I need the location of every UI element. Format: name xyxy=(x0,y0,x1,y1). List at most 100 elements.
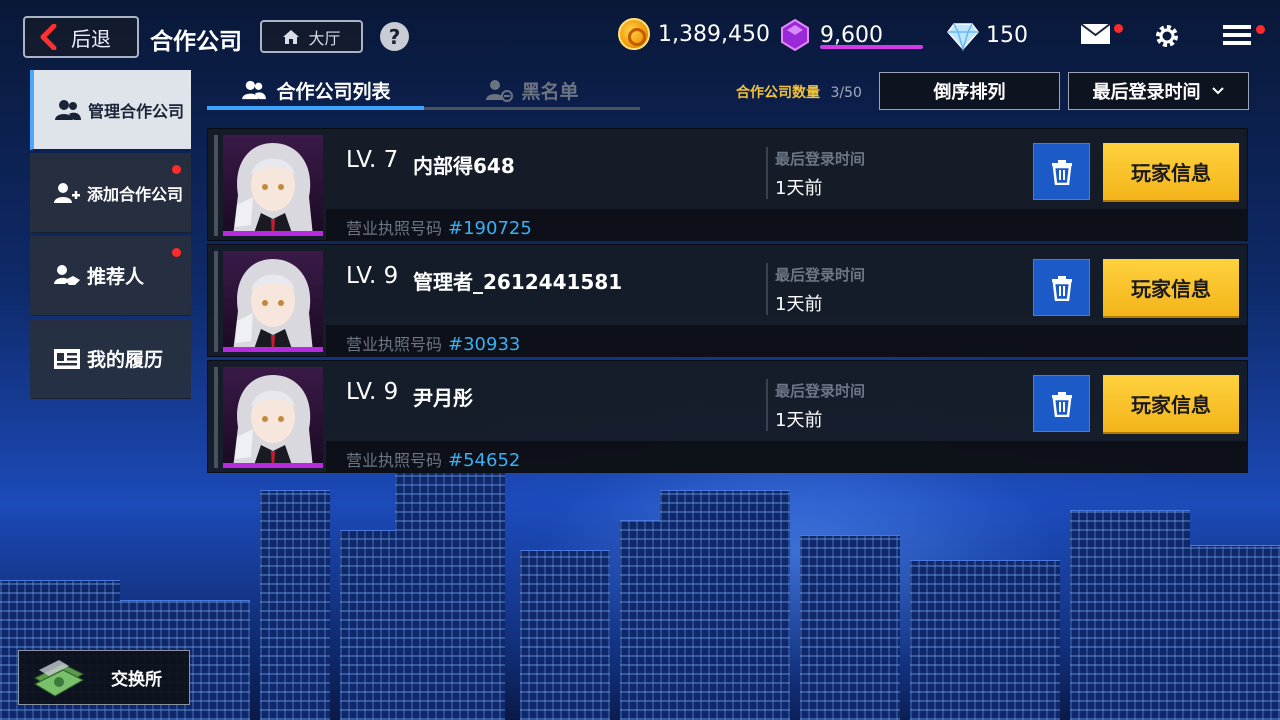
users-icon xyxy=(242,80,267,100)
help-button[interactable]: ? xyxy=(380,22,409,51)
notification-badge xyxy=(172,248,181,257)
partner-count-value: 3/50 xyxy=(830,85,862,101)
top-bar: 后退 合作公司 大厅 ? 1,389,450 9,600 150 xyxy=(0,0,1280,72)
chevron-down-icon xyxy=(1211,87,1224,95)
sidebar-item-my-profile[interactable]: 我的履历 xyxy=(30,319,191,399)
tab-label: 合作公司列表 xyxy=(276,80,391,103)
character-portrait xyxy=(233,143,313,236)
partner-level: LV. 9 xyxy=(346,379,399,405)
last-login-label: 最后登录时间 xyxy=(775,150,866,168)
sidebar-item-label: 推荐人 xyxy=(87,266,145,288)
partner-name: 尹月彤 xyxy=(413,386,473,410)
partner-tabs: 合作公司列表 黑名单 xyxy=(207,72,640,112)
mail-badge xyxy=(1114,24,1123,33)
license-number: 营业执照号码 #30933 xyxy=(346,331,520,355)
license-value: #30933 xyxy=(448,334,521,355)
partner-row: LV. 9 管理者_2612441581 营业执照号码 #30933 最后登录时间… xyxy=(207,244,1248,357)
license-value: #54652 xyxy=(448,450,521,471)
chevron-left-icon xyxy=(40,24,57,50)
partner-avatar[interactable] xyxy=(223,251,323,352)
purple-gem-value: 9,600 xyxy=(820,22,883,48)
sort-order-button[interactable]: 倒序排列 xyxy=(879,72,1060,110)
character-portrait xyxy=(233,375,313,468)
sidebar-item-label: 添加合作公司 xyxy=(87,184,184,204)
users-icon xyxy=(55,99,81,120)
delete-partner-button[interactable] xyxy=(1033,259,1090,316)
partner-avatar[interactable] xyxy=(223,367,323,468)
partner-name: 内部得648 xyxy=(413,154,515,178)
tab-label: 黑名单 xyxy=(521,80,579,103)
sidebar-item-label: 管理合作公司 xyxy=(88,101,185,121)
settings-button[interactable] xyxy=(1153,22,1181,54)
license-number: 营业执照号码 #54652 xyxy=(346,447,520,471)
sidebar-item-label: 我的履历 xyxy=(87,349,164,371)
trash-icon xyxy=(1051,275,1072,301)
partner-row: LV. 9 尹月彤 营业执照号码 #54652 最后登录时间 1天前 玩家信息 xyxy=(207,360,1248,473)
menu-badge xyxy=(1256,25,1265,34)
block-user-icon xyxy=(486,80,514,102)
player-info-button[interactable]: 玩家信息 xyxy=(1103,143,1239,200)
partner-list: LV. 7 内部得648 营业执照号码 #190725 最后登录时间 1天前 玩家… xyxy=(207,128,1248,476)
sidebar: 管理合作公司 添加合作公司 推荐人 我的履历 xyxy=(30,70,191,402)
license-label: 营业执照号码 xyxy=(346,451,443,470)
handshake-icon xyxy=(54,264,80,285)
partner-count-label: 合作公司数量 xyxy=(736,85,820,101)
diamond-value: 150 xyxy=(986,22,1028,48)
partner-count: 合作公司数量 3/50 xyxy=(736,82,862,102)
trash-icon xyxy=(1051,391,1072,417)
player-info-button[interactable]: 玩家信息 xyxy=(1103,375,1239,432)
purple-gem-icon xyxy=(781,18,809,52)
notification-badge xyxy=(172,165,181,174)
page-title: 合作公司 xyxy=(150,29,242,55)
trash-icon xyxy=(1051,159,1072,185)
partner-avatar[interactable] xyxy=(223,135,323,236)
profile-card-icon xyxy=(54,348,80,369)
back-label: 后退 xyxy=(71,26,111,51)
gold-value: 1,389,450 xyxy=(658,21,770,47)
exchange-label: 交换所 xyxy=(111,670,162,690)
partner-name: 管理者_2612441581 xyxy=(413,270,623,294)
tab-blacklist[interactable]: 黑名单 xyxy=(424,72,640,108)
add-user-icon xyxy=(54,182,80,203)
last-login-value: 1天前 xyxy=(775,294,823,315)
last-login-label: 最后登录时间 xyxy=(775,266,866,284)
exchange-button[interactable]: 交换所 xyxy=(18,650,190,705)
sidebar-item-referrer[interactable]: 推荐人 xyxy=(30,236,191,316)
lobby-label: 大厅 xyxy=(308,28,341,48)
delete-partner-button[interactable] xyxy=(1033,375,1090,432)
last-login-value: 1天前 xyxy=(775,178,823,199)
delete-partner-button[interactable] xyxy=(1033,143,1090,200)
last-login-label: 最后登录时间 xyxy=(775,382,866,400)
player-info-button[interactable]: 玩家信息 xyxy=(1103,259,1239,316)
partner-level: LV. 7 xyxy=(346,147,399,173)
hamburger-menu-icon xyxy=(1223,25,1251,45)
active-tab-indicator xyxy=(207,106,424,110)
sort-field-dropdown[interactable]: 最后登录时间 xyxy=(1068,72,1249,110)
home-icon xyxy=(283,29,300,44)
lobby-button[interactable]: 大厅 xyxy=(260,20,363,53)
gear-icon xyxy=(1156,25,1178,47)
sidebar-item-add-partner[interactable]: 添加合作公司 xyxy=(30,153,191,233)
license-value: #190725 xyxy=(448,218,532,239)
mail-button[interactable] xyxy=(1080,22,1123,50)
license-label: 营业执照号码 xyxy=(346,335,443,354)
diamond-icon xyxy=(947,23,979,52)
cash-stack-icon xyxy=(33,659,85,697)
mail-icon xyxy=(1080,23,1111,44)
purple-gem-underline xyxy=(820,45,923,49)
diamond-counter: 150 xyxy=(946,18,1028,52)
tab-partner-list[interactable]: 合作公司列表 xyxy=(207,72,424,108)
sort-field-label: 最后登录时间 xyxy=(1092,82,1201,103)
partner-row: LV. 7 内部得648 营业执照号码 #190725 最后登录时间 1天前 玩家… xyxy=(207,128,1248,241)
menu-button[interactable] xyxy=(1222,22,1265,52)
gold-counter: 1,389,450 xyxy=(618,18,770,50)
sidebar-item-manage-partners[interactable]: 管理合作公司 xyxy=(30,70,191,150)
license-label: 营业执照号码 xyxy=(346,219,443,238)
last-login-value: 1天前 xyxy=(775,410,823,431)
partner-level: LV. 9 xyxy=(346,263,399,289)
gold-coin-icon xyxy=(618,18,650,50)
inactive-tab-line xyxy=(424,107,640,110)
license-number: 营业执照号码 #190725 xyxy=(346,215,532,239)
character-portrait xyxy=(233,259,313,352)
back-button[interactable]: 后退 xyxy=(23,16,139,58)
